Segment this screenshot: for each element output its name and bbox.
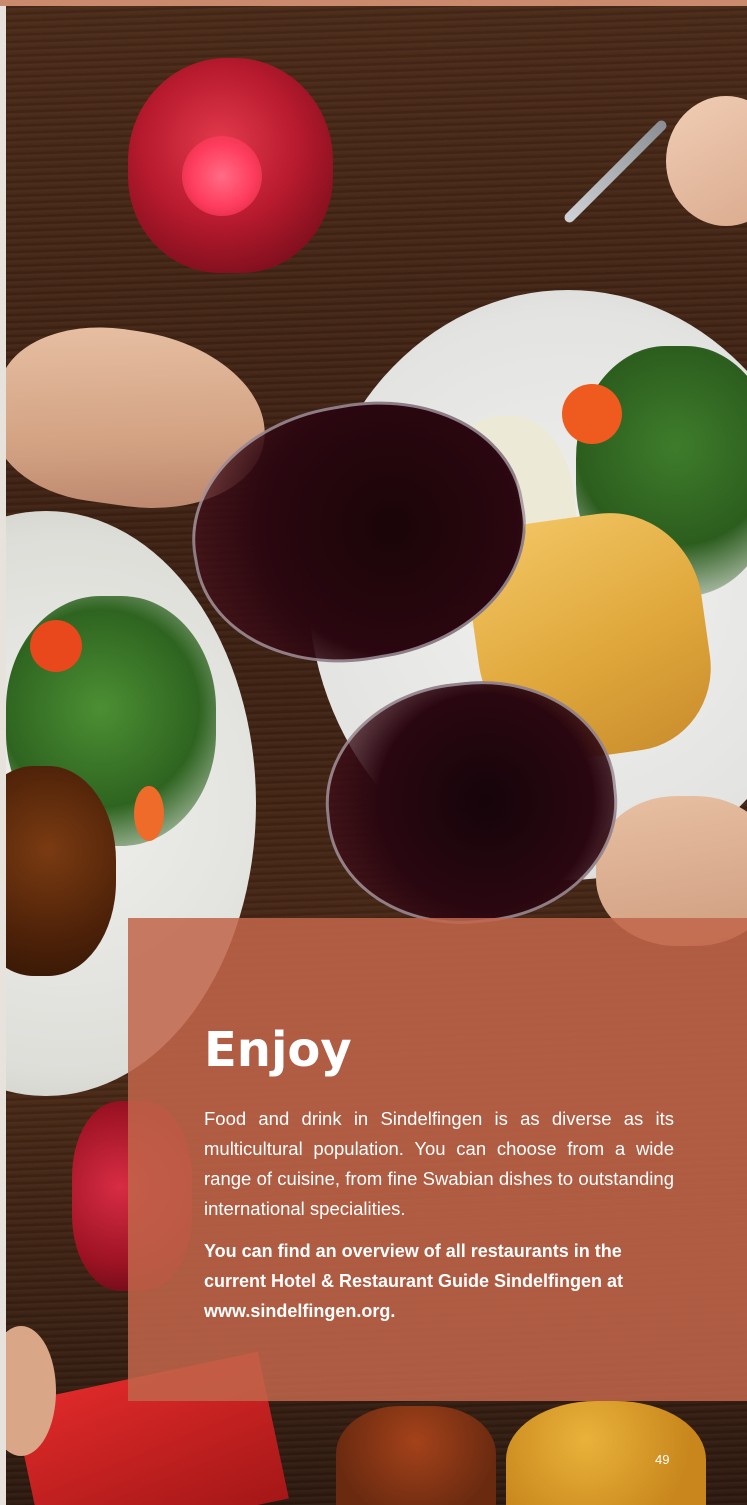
- hand-with-fork: [666, 96, 747, 226]
- page-number: 49: [655, 1452, 670, 1467]
- tomato-slice: [562, 384, 622, 444]
- restaurant-guide-note: You can find an overview of all restaura…: [204, 1241, 624, 1321]
- tomato-slice: [30, 620, 82, 672]
- intro-paragraph: Food and drink in Sindelfingen is as div…: [204, 1108, 674, 1219]
- candle-light: [182, 136, 262, 216]
- brochure-page: Enjoy Food and drink in Sindelfingen is …: [0, 0, 747, 1505]
- fork: [562, 118, 669, 225]
- section-heading: Enjoy: [204, 1022, 352, 1078]
- pear: [506, 1401, 706, 1505]
- carrot-slice: [134, 786, 164, 841]
- amber-bottle: [336, 1406, 496, 1505]
